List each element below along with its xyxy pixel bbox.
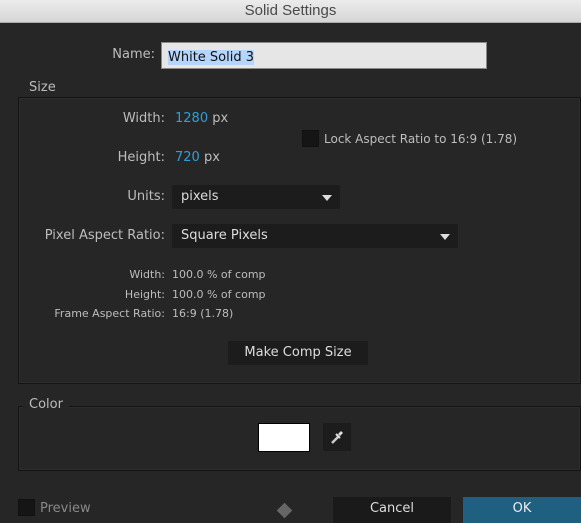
chevron-down-icon (322, 195, 332, 201)
info-width-label: Width: (129, 268, 165, 281)
info-far-value: 16:9 (1.78) (172, 307, 234, 320)
width-value[interactable]: 1280 (175, 111, 208, 126)
size-group-label: Size (23, 80, 62, 95)
info-far-label: Frame Aspect Ratio: (54, 307, 165, 320)
name-input[interactable]: White Solid 3 (161, 42, 487, 69)
name-value: White Solid 3 (168, 50, 255, 65)
lock-aspect-checkbox[interactable] (302, 130, 319, 147)
title-bar: Solid Settings (0, 0, 581, 23)
units-value: pixels (181, 189, 219, 204)
chevron-down-icon (440, 234, 450, 240)
height-value[interactable]: 720 (175, 150, 200, 165)
cancel-button[interactable]: Cancel (333, 497, 451, 523)
make-comp-size-button[interactable]: Make Comp Size (228, 341, 368, 365)
eyedropper-button[interactable] (323, 423, 351, 451)
info-width-value: 100.0 % of comp (172, 268, 266, 281)
lock-aspect-label: Lock Aspect Ratio to 16:9 (1.78) (324, 132, 518, 146)
units-label: Units: (127, 189, 165, 204)
units-dropdown[interactable]: pixels (172, 185, 340, 209)
preview-label: Preview (40, 501, 91, 516)
color-group-label: Color (23, 397, 69, 412)
ok-button[interactable]: OK (463, 497, 581, 523)
width-label: Width: (122, 111, 165, 126)
height-unit: px (203, 150, 220, 165)
info-height-label: Height: (124, 288, 165, 301)
preview-checkbox[interactable] (18, 499, 35, 516)
par-label: Pixel Aspect Ratio: (44, 228, 165, 243)
par-value: Square Pixels (181, 228, 268, 243)
par-dropdown[interactable]: Square Pixels (172, 224, 458, 248)
info-height-value: 100.0 % of comp (172, 288, 266, 301)
height-label: Height: (117, 150, 165, 165)
color-swatch[interactable] (258, 423, 310, 452)
eyedropper-icon (331, 431, 343, 444)
name-label: Name: (112, 47, 155, 62)
width-unit: px (212, 111, 229, 126)
